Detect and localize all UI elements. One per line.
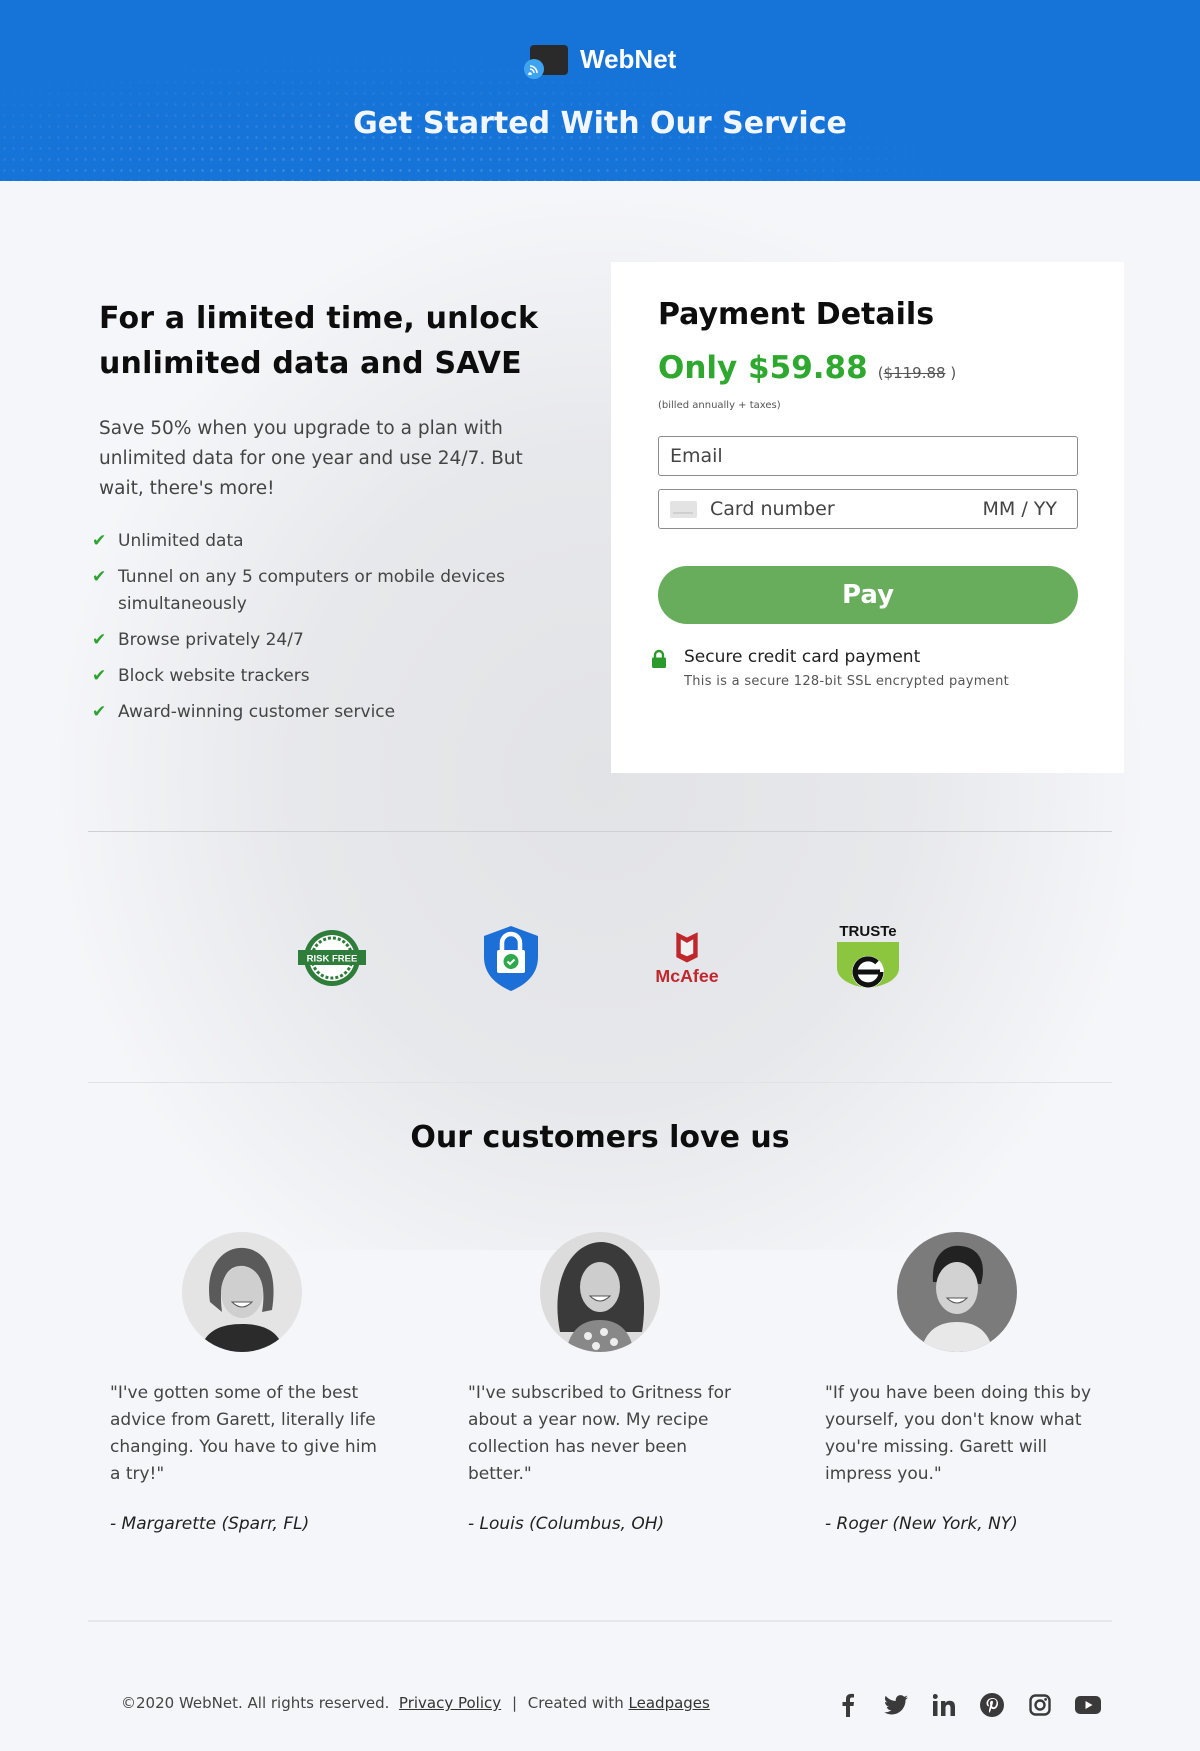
pay-button[interactable]: Pay (658, 566, 1078, 624)
avatar (540, 1232, 660, 1352)
hero-header: WebNet Get Started With Our Service (0, 0, 1200, 181)
credit-card-icon (670, 500, 697, 518)
social-links (824, 1690, 1112, 1720)
security-shield-icon (471, 918, 551, 998)
device-icon (524, 44, 568, 79)
svg-text:TRUSTe: TRUSTe (839, 923, 896, 940)
footer-separator: | (511, 1694, 517, 1712)
payment-title: Payment Details (658, 297, 935, 332)
testimonial-quote: "I've gotten some of the best advice fro… (110, 1383, 377, 1484)
instagram-icon[interactable] (1016, 1690, 1064, 1720)
created-with-label: Created with (527, 1694, 624, 1712)
trust-badges: RISK FREE McAfee TRUSTe (0, 918, 1200, 998)
feature-item: ✔ Unlimited data (92, 528, 539, 555)
risk-free-badge-icon: RISK FREE (292, 918, 372, 998)
feature-list: ✔ Unlimited data ✔ Tunnel on any 5 compute… (92, 528, 539, 726)
feature-item: ✔ Tunnel on any 5 computers or mobile dev… (92, 564, 539, 618)
offer-section: For a limited time, unlock unlimited dat… (92, 296, 539, 735)
feature-item: ✔ Award-winning customer service (92, 699, 539, 726)
card-number-field[interactable]: Card number MM / YY (658, 489, 1078, 529)
billing-note: (billed annually + taxes) (658, 400, 781, 411)
sale-price: Only $59.88 (658, 350, 868, 386)
offer-headline: For a limited time, unlock unlimited dat… (99, 301, 539, 381)
footer-text: ©2020 WebNet. All rights reserved. Priva… (121, 1694, 710, 1712)
feature-label: Unlimited data (118, 531, 244, 551)
check-icon: ✔ (92, 702, 107, 722)
copyright: ©2020 WebNet. All rights reserved. (121, 1694, 390, 1712)
testimonial-card: "I've gotten some of the best advice fro… (110, 1232, 390, 1534)
hero-title: Get Started With Our Service (353, 106, 847, 141)
facebook-icon[interactable] (824, 1690, 872, 1720)
truste-logo-icon: TRUSTe (828, 918, 908, 998)
feature-label: Browse privately 24/7 (118, 630, 304, 650)
card-number-placeholder: Card number (710, 498, 835, 520)
feature-label: Award-winning customer service (118, 702, 396, 722)
svg-text:RISK FREE: RISK FREE (307, 954, 358, 965)
feature-label: Tunnel on any 5 computers or mobile devi… (118, 567, 505, 614)
linkedin-icon[interactable] (920, 1690, 968, 1720)
feature-label: Block website trackers (118, 666, 310, 686)
check-icon: ✔ (92, 630, 107, 650)
check-icon: ✔ (92, 567, 107, 587)
testimonial-card: "If you have been doing this by yourself… (825, 1232, 1105, 1534)
payment-card: Payment Details Only $59.88 ($119.88 ) (… (611, 262, 1124, 773)
brand-logo[interactable]: WebNet (524, 44, 677, 79)
testimonial-author: - Roger (New York, NY) (825, 1514, 1018, 1534)
email-placeholder: Email (670, 445, 723, 467)
secure-payment-note: Secure credit card payment This is a sec… (651, 647, 1009, 689)
dot-pattern (0, 0, 1200, 181)
youtube-icon[interactable] (1064, 1690, 1112, 1720)
testimonial-author: - Margarette (Sparr, FL) (110, 1514, 310, 1534)
twitter-icon[interactable] (872, 1690, 920, 1720)
testimonial-author: - Louis (Columbus, OH) (468, 1514, 665, 1534)
testimonial-quote: "If you have been doing this by yourself… (825, 1383, 1092, 1484)
privacy-policy-link[interactable]: Privacy Policy (399, 1694, 501, 1712)
feature-item: ✔ Block website trackers (92, 663, 539, 690)
original-price: ($119.88 ) (877, 364, 957, 382)
price-row: Only $59.88 ($119.88 ) (658, 350, 956, 386)
email-field[interactable]: Email (658, 436, 1078, 476)
svg-text:McAfee: McAfee (655, 966, 718, 986)
lock-icon (652, 649, 666, 668)
testimonials-title: Our customers love us (410, 1120, 790, 1155)
avatar (897, 1232, 1017, 1352)
avatar (182, 1232, 302, 1352)
expiry-field[interactable]: MM / YY (983, 498, 1057, 520)
divider (88, 831, 1112, 832)
testimonial-card: "I've subscribed to Gritness for about a… (468, 1232, 748, 1534)
pinterest-icon[interactable] (968, 1690, 1016, 1720)
check-icon: ✔ (92, 531, 107, 551)
secure-title: Secure credit card payment (684, 647, 921, 667)
divider (88, 1620, 1112, 1622)
secure-subtitle: This is a secure 128-bit SSL encrypted p… (684, 674, 1009, 689)
testimonial-quote: "I've subscribed to Gritness for about a… (468, 1383, 731, 1484)
mcafee-logo-icon: McAfee (647, 918, 727, 998)
feature-item: ✔ Browse privately 24/7 (92, 627, 539, 654)
wifi-icon (524, 58, 544, 79)
offer-lead: Save 50% when you upgrade to a plan with… (99, 418, 523, 499)
check-icon: ✔ (92, 666, 107, 686)
divider (88, 1082, 1112, 1083)
footer: ©2020 WebNet. All rights reserved. Priva… (0, 1690, 1200, 1720)
brand-name: WebNet (580, 44, 677, 74)
leadpages-link[interactable]: Leadpages (629, 1694, 710, 1712)
